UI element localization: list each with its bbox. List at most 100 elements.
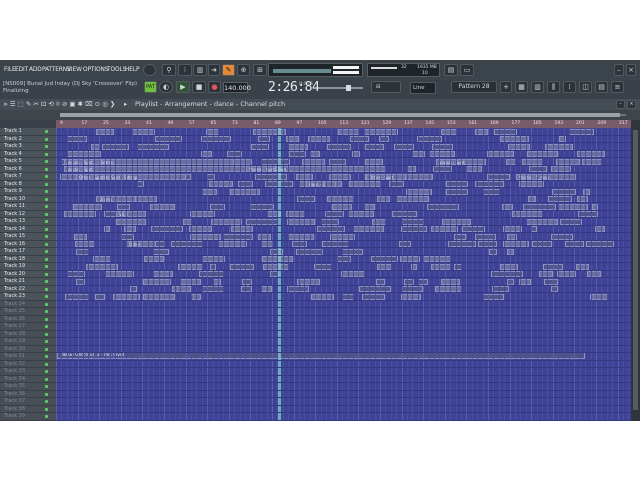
pattern-song-toggle[interactable]: PAT xyxy=(144,81,157,93)
track-mute-led[interactable] xyxy=(45,332,48,336)
playlist-grid[interactable]: Vocals - Spot... - Sdtmp Vocals - Spot Voc… xyxy=(56,128,631,421)
plugin-picker-icon[interactable]: ▥ xyxy=(531,81,544,93)
vertical-scrollbar[interactable] xyxy=(631,120,640,421)
track-header[interactable]: Track 3 xyxy=(0,143,56,151)
menu-file[interactable]: FILE xyxy=(4,65,16,73)
track-mute-led[interactable] xyxy=(45,190,48,193)
track-header[interactable]: Track 39 xyxy=(0,413,56,421)
track-mute-led[interactable] xyxy=(45,242,48,246)
piano-roll-icon[interactable]: ▤ xyxy=(595,81,608,93)
track-header[interactable]: Track 23 xyxy=(0,293,56,301)
track-mute-led[interactable] xyxy=(45,287,48,291)
track-mute-led[interactable] xyxy=(45,325,48,328)
menu-options[interactable]: OPTIONS xyxy=(83,65,109,73)
track-mute-led[interactable] xyxy=(45,197,48,201)
loop-record-icon[interactable]: ⊞ xyxy=(253,64,267,76)
track-header[interactable]: Track 26 xyxy=(0,315,56,323)
track-mute-led[interactable] xyxy=(45,310,48,313)
minimize-panel-icon[interactable]: ▭ xyxy=(460,64,474,76)
menu-help[interactable]: HELP xyxy=(125,65,140,73)
minimize-icon[interactable]: – xyxy=(614,64,624,76)
track-mute-led[interactable] xyxy=(45,362,48,366)
track-mute-led[interactable] xyxy=(45,377,48,381)
track-mute-led[interactable] xyxy=(45,392,48,396)
track-mute-led[interactable] xyxy=(45,145,48,148)
track-mute-led[interactable] xyxy=(45,130,48,133)
playlist-close-icon[interactable]: × xyxy=(627,100,636,109)
snap-select[interactable]: Line xyxy=(410,82,436,94)
online-news-icon[interactable]: ▤ xyxy=(444,64,458,76)
arrow-icon[interactable]: ➜ xyxy=(208,64,220,76)
track-mute-led[interactable] xyxy=(45,295,48,298)
track-header[interactable]: Track 38 xyxy=(0,405,56,413)
track-header[interactable]: Track 18 xyxy=(0,255,56,263)
track-header[interactable]: Track 2 xyxy=(0,135,56,143)
track-mute-led[interactable] xyxy=(45,355,48,358)
mixer-icon[interactable]: ⫼ xyxy=(547,81,560,93)
track-mute-led[interactable] xyxy=(45,205,48,208)
track-header[interactable]: Track 29 xyxy=(0,338,56,346)
cpu-icon[interactable]: ▦ xyxy=(515,81,528,93)
track-header[interactable]: Track 7 xyxy=(0,173,56,181)
record-icon[interactable]: ● xyxy=(208,81,221,93)
track-header[interactable]: Track 1 xyxy=(0,128,56,136)
track-header[interactable]: Track 34 xyxy=(0,375,56,383)
menu-edit[interactable]: EDIT xyxy=(15,65,28,73)
track-mute-led[interactable] xyxy=(45,137,48,141)
menu-add[interactable]: ADD xyxy=(29,65,42,73)
tempo-display[interactable]: 140.000 xyxy=(223,82,251,93)
playlist-icon[interactable]: ≡ xyxy=(611,81,624,93)
wait-icon[interactable]: ⊕ xyxy=(237,64,250,76)
track-mute-led[interactable] xyxy=(45,280,48,283)
menu-tools[interactable]: TOOLS xyxy=(107,65,126,73)
track-mute-led[interactable] xyxy=(45,272,48,276)
menu-view[interactable]: VIEW xyxy=(67,65,82,73)
playlist-minimize-icon[interactable]: – xyxy=(616,100,625,109)
track-header[interactable]: Track 16 xyxy=(0,240,56,248)
track-mute-led[interactable] xyxy=(45,265,48,268)
track-header[interactable]: Track 35 xyxy=(0,383,56,391)
track-mute-led[interactable] xyxy=(45,400,48,403)
pattern-selector[interactable]: Pattern 28 xyxy=(451,81,497,93)
track-header[interactable]: Track 14 xyxy=(0,225,56,233)
track-header[interactable]: Track 12 xyxy=(0,210,56,218)
track-mute-led[interactable] xyxy=(45,370,48,373)
track-mute-led[interactable] xyxy=(45,302,48,306)
track-header[interactable]: Track 37 xyxy=(0,398,56,406)
track-header[interactable]: Track 21 xyxy=(0,278,56,286)
metronome-icon[interactable]: ⚲ xyxy=(162,64,176,76)
track-header[interactable]: Track 9 xyxy=(0,188,56,196)
master-volume-knob[interactable] xyxy=(143,64,156,76)
close-icon[interactable]: × xyxy=(626,64,636,76)
play-icon[interactable]: ▶ xyxy=(176,81,190,93)
track-header[interactable]: Track 4 xyxy=(0,150,56,158)
track-mute-led[interactable] xyxy=(45,152,48,156)
track-header[interactable]: Track 20 xyxy=(0,270,56,278)
track-mute-led[interactable] xyxy=(45,212,48,216)
channel-rack-icon[interactable]: ⁞ xyxy=(563,81,576,93)
stop-icon[interactable]: ■ xyxy=(192,81,206,93)
horizontal-scrollbar[interactable] xyxy=(60,113,626,117)
track-header[interactable]: Track 27 xyxy=(0,323,56,331)
track-header[interactable]: Track 13 xyxy=(0,218,56,226)
step-icon[interactable]: ⁝ xyxy=(178,64,192,76)
track-mute-led[interactable] xyxy=(45,340,48,343)
snap-icon[interactable]: ⊟ xyxy=(371,81,401,93)
track-mute-led[interactable] xyxy=(45,385,48,388)
track-header[interactable]: Track 24 xyxy=(0,300,56,308)
track-header[interactable]: Track 32 xyxy=(0,360,56,368)
track-header[interactable]: Track 17 xyxy=(0,248,56,256)
track-mute-led[interactable] xyxy=(45,167,48,171)
timeline-ruler[interactable]: 9 17 25 33 41 49 57 65 73 81 89 97 105 113 121 129 137 14… xyxy=(56,120,631,128)
tempo-knob[interactable]: ◐ xyxy=(159,81,173,93)
track-header[interactable]: Track 6 xyxy=(0,165,56,173)
track-mute-led[interactable] xyxy=(45,220,48,223)
track-header[interactable]: Track 19 xyxy=(0,263,56,271)
track-header[interactable]: Track 22 xyxy=(0,285,56,293)
track-header[interactable]: Track 31 xyxy=(0,353,56,361)
track-mute-led[interactable] xyxy=(45,175,48,178)
track-mute-led[interactable] xyxy=(45,347,48,351)
piano-icon[interactable]: ▥ xyxy=(193,64,207,76)
track-header[interactable]: Track 15 xyxy=(0,233,56,241)
track-mute-led[interactable] xyxy=(45,317,48,321)
